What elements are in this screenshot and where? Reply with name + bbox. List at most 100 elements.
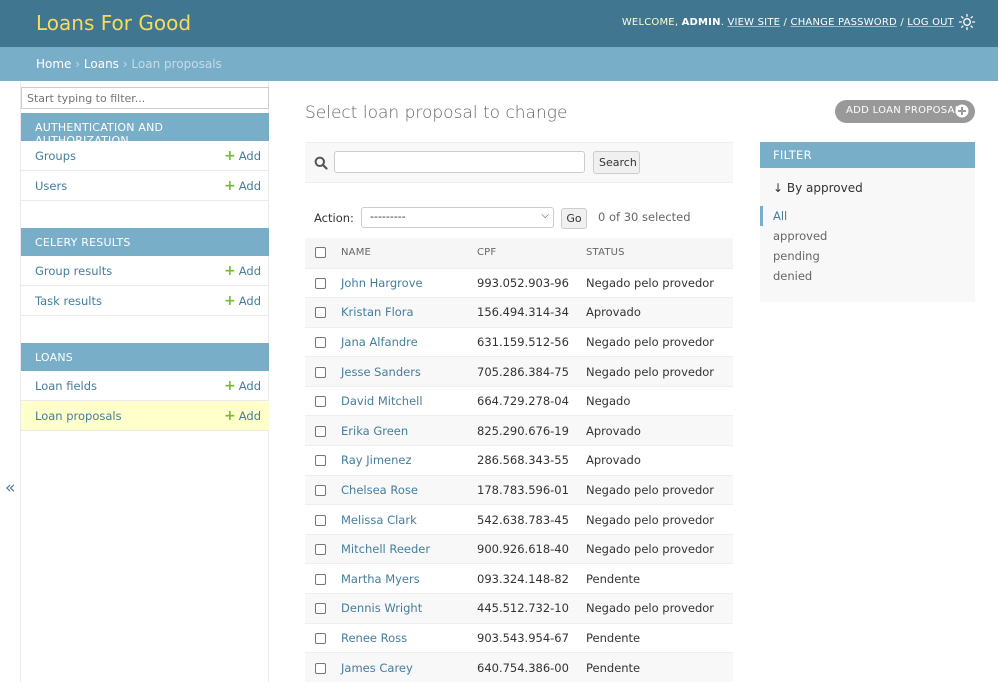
proposal-name-link[interactable]: Melissa Clark — [335, 504, 471, 535]
module-caption[interactable]: Celery Results — [21, 228, 269, 256]
add-loan-proposal-button[interactable]: Add Loan Proposal — [835, 100, 975, 123]
sidebar-item-groups[interactable]: Groups + Add — [21, 141, 269, 171]
breadcrumb-current: Loan proposals — [131, 57, 222, 71]
site-brand[interactable]: Loans For Good — [36, 11, 191, 35]
add-loan-proposal-link[interactable]: + Add — [224, 408, 261, 424]
row-checkbox[interactable] — [315, 425, 326, 437]
proposal-name-link[interactable]: David Mitchell — [335, 386, 471, 417]
module-caption[interactable]: Authentication and Authorization — [21, 113, 269, 147]
row-checkbox[interactable] — [315, 396, 326, 408]
sidebar-item-users[interactable]: Users + Add — [21, 171, 269, 201]
proposal-name-link[interactable]: Ray Jimenez — [335, 445, 471, 476]
add-loan-field-link[interactable]: + Add — [224, 378, 261, 394]
proposal-name-link[interactable]: Mitchell Reeder — [335, 534, 471, 565]
change-password-link[interactable]: Change password — [791, 17, 897, 28]
table-row: Chelsea Rose 178.783.596-01 Negado pelo pr… — [305, 475, 733, 506]
proposal-name-link[interactable]: Erika Green — [335, 415, 471, 447]
add-task-result-link[interactable]: + Add — [224, 293, 261, 309]
filter-option-denied[interactable]: denied — [760, 266, 975, 286]
proposal-name-link[interactable]: James Carey — [335, 652, 471, 682]
add-label: Add — [238, 409, 261, 423]
actions-bar: Action: --------- ⌵ Go 0 of 30 selected — [305, 206, 733, 234]
row-checkbox[interactable] — [315, 277, 326, 289]
module-caption[interactable]: Loans — [21, 343, 269, 371]
proposal-name-link[interactable]: John Hargrove — [335, 268, 471, 299]
proposal-name-link[interactable]: Chelsea Rose — [335, 475, 471, 506]
proposal-status: Negado pelo provedor — [580, 268, 733, 299]
plus-icon: + — [224, 378, 236, 394]
proposal-name-link[interactable]: Jesse Sanders — [335, 356, 471, 387]
column-header-status[interactable]: Status — [580, 238, 733, 269]
sidebar-item-group-results[interactable]: Group results + Add — [21, 256, 269, 286]
sidebar-item-label[interactable]: Group results — [35, 264, 112, 278]
add-group-result-link[interactable]: + Add — [224, 263, 261, 279]
row-checkbox[interactable] — [315, 366, 326, 378]
proposal-name-link[interactable]: Dennis Wright — [335, 593, 471, 624]
sidebar-item-loan-proposals[interactable]: Loan proposals + Add — [21, 401, 269, 431]
row-checkbox[interactable] — [315, 307, 326, 319]
filter-heading[interactable]: ↓ By approved — [773, 181, 863, 195]
row-checkbox-cell — [305, 268, 335, 299]
column-header-cpf[interactable]: CPF — [471, 238, 580, 269]
sidebar-item-label[interactable]: Users — [35, 179, 67, 193]
row-checkbox[interactable] — [315, 603, 326, 615]
proposal-status: Pendente — [580, 652, 733, 682]
action-label: Action: — [314, 211, 354, 225]
select-all-checkbox[interactable] — [315, 247, 326, 258]
proposal-name-link[interactable]: Jana Alfandre — [335, 327, 471, 358]
row-checkbox[interactable] — [315, 514, 326, 526]
row-checkbox[interactable] — [315, 662, 326, 674]
sidebar-item-task-results[interactable]: Task results + Add — [21, 286, 269, 316]
search-button[interactable]: Search — [593, 151, 640, 174]
add-group-link[interactable]: + Add — [224, 148, 261, 164]
proposal-cpf: 825.290.676-19 — [471, 415, 580, 447]
row-checkbox[interactable] — [315, 484, 326, 496]
proposal-name-link[interactable]: Renee Ross — [335, 623, 471, 654]
collapse-sidebar-button[interactable]: « — [5, 478, 15, 498]
log-out-link[interactable]: Log out — [907, 17, 954, 28]
theme-toggle-sun-icon[interactable] — [958, 13, 976, 31]
proposal-cpf: 156.494.314-34 — [471, 297, 580, 328]
separator: / — [900, 17, 904, 28]
sidebar-item-label[interactable]: Loan proposals — [35, 409, 122, 423]
breadcrumb-separator: › — [75, 57, 81, 71]
proposal-cpf: 903.543.954-67 — [471, 623, 580, 654]
column-header-name[interactable]: Name — [335, 238, 471, 269]
filter-option-pending[interactable]: pending — [760, 246, 975, 266]
breadcrumb-home[interactable]: Home — [36, 57, 71, 71]
sidebar-item-label[interactable]: Groups — [35, 149, 76, 163]
filter-option-all[interactable]: All — [760, 206, 975, 226]
proposal-status: Negado — [580, 386, 733, 417]
proposal-name-link[interactable]: Kristan Flora — [335, 297, 471, 328]
user-tools: Welcome, admin. View site / Change passw… — [621, 17, 954, 28]
proposal-cpf: 445.512.732-10 — [471, 593, 580, 624]
sidebar-item-loan-fields[interactable]: Loan fields + Add — [21, 371, 269, 401]
table-row: Erika Green 825.290.676-19 Aprovado — [305, 415, 733, 447]
filter-option-approved[interactable]: approved — [760, 226, 975, 246]
go-button[interactable]: Go — [561, 208, 587, 229]
add-user-link[interactable]: + Add — [224, 178, 261, 194]
proposal-cpf: 631.159.512-56 — [471, 327, 580, 358]
search-input[interactable] — [334, 151, 585, 173]
proposal-status: Negado pelo provedor — [580, 504, 733, 535]
sidebar-item-label[interactable]: Task results — [35, 294, 102, 308]
nav-filter-input[interactable] — [21, 87, 269, 109]
row-checkbox[interactable] — [315, 573, 326, 585]
add-label: Add — [238, 379, 261, 393]
row-checkbox[interactable] — [315, 544, 326, 556]
breadcrumb-loans[interactable]: Loans — [84, 57, 119, 71]
search-toolbar: Search — [305, 142, 733, 183]
row-checkbox-cell — [305, 563, 335, 595]
proposal-status: Pendente — [580, 623, 733, 654]
action-select[interactable]: --------- ⌵ — [361, 207, 554, 228]
row-checkbox[interactable] — [315, 455, 326, 467]
action-select-value: --------- — [370, 210, 406, 223]
table-row: Jana Alfandre 631.159.512-56 Negado pelo p… — [305, 327, 733, 358]
proposal-name-link[interactable]: Martha Myers — [335, 563, 471, 595]
username: admin — [681, 17, 721, 28]
row-checkbox[interactable] — [315, 632, 326, 644]
row-checkbox[interactable] — [315, 336, 326, 348]
sidebar-item-label[interactable]: Loan fields — [35, 379, 97, 393]
view-site-link[interactable]: View site — [727, 17, 780, 28]
chevron-down-icon: ⌵ — [541, 210, 549, 221]
